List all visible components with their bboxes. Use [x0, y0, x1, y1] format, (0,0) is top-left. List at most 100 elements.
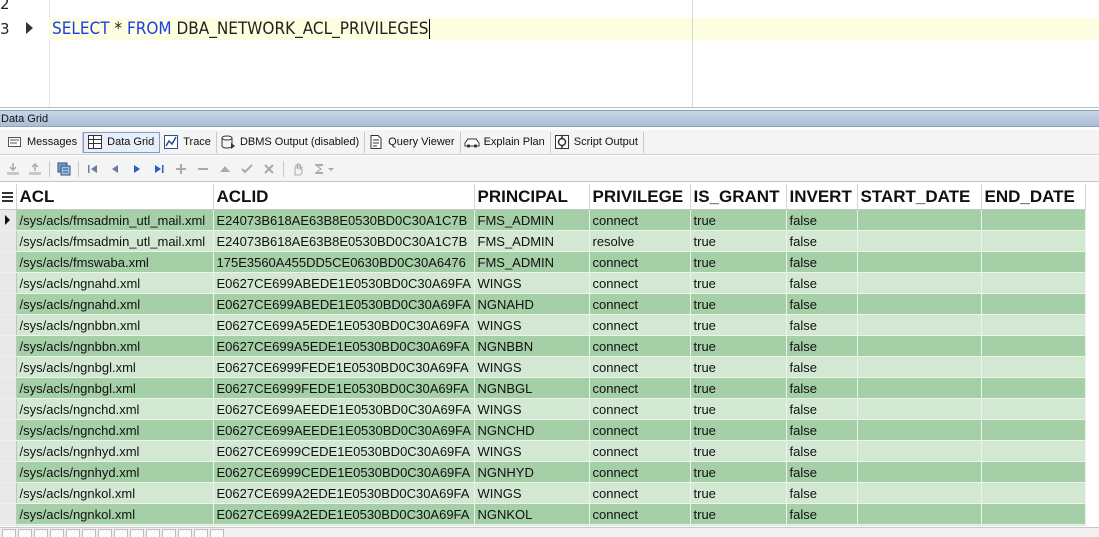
- cell-acl[interactable]: /sys/acls/ngnhyd.xml: [16, 440, 214, 462]
- nav-cancel-button[interactable]: [162, 529, 176, 537]
- cell-acl[interactable]: /sys/acls/fmsadmin_utl_mail.xml: [16, 230, 214, 252]
- cell-principal[interactable]: NGNKOL: [474, 503, 590, 525]
- cell-invert[interactable]: false: [786, 398, 858, 420]
- cell-aclid[interactable]: [213, 524, 475, 526]
- cell-aclid[interactable]: E24073B618AE63B8E0530BD0C30A1C7B: [213, 209, 475, 231]
- cell-principal[interactable]: WINGS: [474, 398, 590, 420]
- cell-privilege[interactable]: connect: [589, 398, 691, 420]
- cell-invert[interactable]: false: [786, 440, 858, 462]
- cell-start-date[interactable]: [857, 335, 982, 357]
- cell-is-grant[interactable]: true: [690, 251, 787, 273]
- cell-principal[interactable]: NGNAHD: [474, 293, 590, 315]
- cell-invert[interactable]: false: [786, 272, 858, 294]
- cell-principal[interactable]: NGNBBN: [474, 335, 590, 357]
- nav-filter-button[interactable]: [194, 529, 208, 537]
- cell-invert[interactable]: false: [786, 377, 858, 399]
- cell-start-date[interactable]: [857, 419, 982, 441]
- cell-invert[interactable]: [786, 524, 858, 526]
- nav-next-button[interactable]: [50, 529, 64, 537]
- cell-acl[interactable]: /sys/acls/ngnhyd.xml: [16, 461, 214, 483]
- post-edit-icon[interactable]: [236, 159, 258, 179]
- cell-principal[interactable]: NGNHYD: [474, 461, 590, 483]
- cell-is-grant[interactable]: true: [690, 335, 787, 357]
- row-indicator[interactable]: [0, 377, 17, 399]
- tab-data-grid[interactable]: Data Grid: [83, 131, 161, 153]
- find-icon[interactable]: [53, 159, 75, 179]
- sum-icon[interactable]: [309, 159, 339, 179]
- cell-privilege[interactable]: connect: [589, 440, 691, 462]
- cell-start-date[interactable]: [857, 377, 982, 399]
- cell-is-grant[interactable]: true: [690, 503, 787, 525]
- cell-end-date[interactable]: [981, 461, 1086, 483]
- cell-privilege[interactable]: connect: [589, 482, 691, 504]
- cell-principal[interactable]: WINGS: [474, 440, 590, 462]
- cell-acl[interactable]: /sys/acls/ngnbgl.xml: [16, 356, 214, 378]
- cell-is-grant[interactable]: true: [690, 398, 787, 420]
- cell-privilege[interactable]: connect: [589, 209, 691, 231]
- tab-query-viewer[interactable]: Query Viewer: [365, 131, 461, 153]
- cell-invert[interactable]: false: [786, 419, 858, 441]
- cell-end-date[interactable]: [981, 524, 1086, 526]
- cell-end-date[interactable]: [981, 398, 1086, 420]
- cell-start-date[interactable]: [857, 272, 982, 294]
- cell-end-date[interactable]: [981, 503, 1086, 525]
- row-indicator[interactable]: [0, 419, 17, 441]
- cell-acl[interactable]: /sys/acls/ngnkol.xml: [16, 503, 214, 525]
- nav-prior-button[interactable]: [34, 529, 48, 537]
- table-row[interactable]: /sys/acls/ngnbbn.xml E0627CE699A5EDE1E053…: [0, 314, 1086, 336]
- table-row[interactable]: /sys/acls/ngnkol.xml E0627CE699A2EDE1E053…: [0, 482, 1086, 504]
- cell-principal[interactable]: FMS_ADMIN: [474, 230, 590, 252]
- cell-privilege[interactable]: connect: [589, 251, 691, 273]
- column-header-aclid[interactable]: ACLID: [213, 184, 475, 210]
- table-row[interactable]: /sys/acls/fmswaba.xml 175E3560A455DD5CE06…: [0, 251, 1086, 273]
- last-record-icon[interactable]: [148, 159, 170, 179]
- cell-is-grant[interactable]: true: [690, 314, 787, 336]
- cell-end-date[interactable]: [981, 335, 1086, 357]
- hand-icon[interactable]: [287, 159, 309, 179]
- tab-script-output[interactable]: Script Output: [551, 131, 644, 153]
- sql-statement[interactable]: SELECT * FROM DBA_NETWORK_ACL_PRIVILEGES: [52, 18, 431, 40]
- cell-principal[interactable]: NGNCHD: [474, 419, 590, 441]
- cell-invert[interactable]: false: [786, 251, 858, 273]
- cell-end-date[interactable]: [981, 419, 1086, 441]
- cell-acl[interactable]: /sys/acls/ngnchd.xml: [16, 398, 214, 420]
- prior-record-icon[interactable]: [104, 159, 126, 179]
- row-indicator[interactable]: [0, 209, 17, 231]
- table-row[interactable]: /sys/acls/ngnkol.xml E0627CE699A2EDE1E053…: [0, 503, 1086, 525]
- cell-start-date[interactable]: [857, 503, 982, 525]
- import-icon[interactable]: [2, 159, 24, 179]
- column-header-is-grant[interactable]: IS_GRANT: [690, 184, 787, 210]
- cell-principal[interactable]: WINGS: [474, 314, 590, 336]
- insert-record-icon[interactable]: [170, 159, 192, 179]
- cell-start-date[interactable]: [857, 461, 982, 483]
- cell-is-grant[interactable]: true: [690, 482, 787, 504]
- row-indicator[interactable]: [0, 293, 17, 315]
- tab-trace[interactable]: Trace: [160, 131, 217, 153]
- cell-is-grant[interactable]: true: [690, 377, 787, 399]
- cell-aclid[interactable]: E0627CE699A5EDE1E0530BD0C30A69FA: [213, 314, 475, 336]
- table-row[interactable]: /sys/acls/fmsadmin_utl_mail.xml E24073B61…: [0, 209, 1086, 231]
- table-row[interactable]: /sys/acls/ngnhyd.xml E0627CE6999CEDE1E053…: [0, 461, 1086, 483]
- nav-bookmark-button[interactable]: [210, 529, 224, 537]
- table-row[interactable]: /sys/acls/ngnahd.xml E0627CE699ABEDE1E053…: [0, 272, 1086, 294]
- cell-start-date[interactable]: [857, 251, 982, 273]
- cell-end-date[interactable]: [981, 251, 1086, 273]
- row-indicator[interactable]: [0, 314, 17, 336]
- cell-privilege[interactable]: connect: [589, 419, 691, 441]
- first-record-icon[interactable]: [82, 159, 104, 179]
- cell-is-grant[interactable]: [690, 524, 787, 526]
- nav-edit-button[interactable]: [130, 529, 144, 537]
- tab-explain-plan[interactable]: Explain Plan: [461, 131, 551, 153]
- data-grid[interactable]: ACL ACLID PRINCIPAL PRIVILEGE IS_GRANT I…: [0, 184, 1099, 526]
- cell-end-date[interactable]: [981, 230, 1086, 252]
- cell-start-date[interactable]: [857, 524, 982, 526]
- cell-aclid[interactable]: E0627CE6999FEDE1E0530BD0C30A69FA: [213, 377, 475, 399]
- cell-end-date[interactable]: [981, 356, 1086, 378]
- nav-insert-button[interactable]: [98, 529, 112, 537]
- row-indicator[interactable]: [0, 440, 17, 462]
- row-indicator[interactable]: [0, 503, 17, 525]
- cell-end-date[interactable]: [981, 209, 1086, 231]
- table-row[interactable]: /sys/acls/ngnbgl.xml E0627CE6999FEDE1E053…: [0, 377, 1086, 399]
- table-row[interactable]: /sys/acls/ngnahd.xml E0627CE699ABEDE1E053…: [0, 293, 1086, 315]
- table-row[interactable]: /sys/acls/ngnbgl.xml E0627CE6999FEDE1E053…: [0, 356, 1086, 378]
